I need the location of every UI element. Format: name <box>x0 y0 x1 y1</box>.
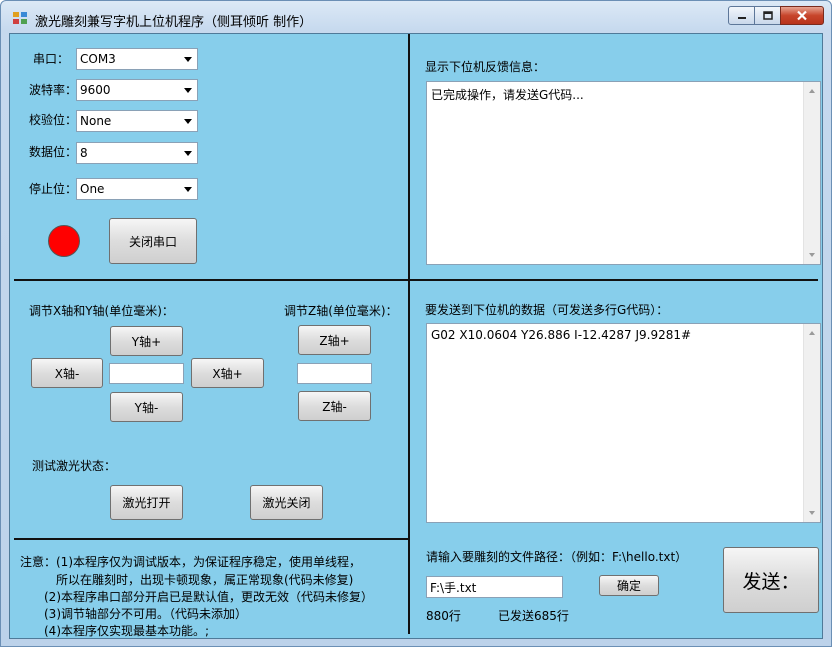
sent-count: 已发送685行 <box>498 609 569 623</box>
z-step-input[interactable] <box>297 363 372 384</box>
chevron-down-icon <box>184 57 192 62</box>
feedback-text: 已完成操作，请发送G代码... <box>431 88 584 102</box>
confirm-button[interactable]: 确定 <box>599 575 659 596</box>
file-path-input[interactable] <box>426 576 563 598</box>
send-data-text: G02 X10.0604 Y26.886 I-12.4287 J9.9281# <box>431 328 692 342</box>
y-minus-button[interactable]: Y轴- <box>110 392 183 422</box>
stopbits-label: 停止位： <box>29 182 78 196</box>
note-line-2: 所以在雕刻时，出现卡顿现象，属正常现象(代码未修复) <box>56 573 354 587</box>
chevron-down-icon <box>184 88 192 93</box>
scroll-down-icon <box>809 511 815 515</box>
note-line-1: 注意：(1)本程序仅为调试版本，为保证程序稳定，使用单线程， <box>20 555 362 569</box>
port-label: 串口： <box>33 52 70 66</box>
app-icon <box>13 12 27 24</box>
maximize-icon <box>762 11 773 20</box>
note-line-4: (3)调节轴部分不可用。（代码未添加） <box>44 607 247 621</box>
line-count: 880行 <box>426 609 461 623</box>
laser-test-label: 测试激光状态： <box>32 459 117 473</box>
send-data-scrollbar[interactable] <box>803 324 820 522</box>
minimize-button[interactable] <box>728 6 755 25</box>
databits-value: 8 <box>80 146 88 160</box>
scroll-up-icon <box>809 331 815 335</box>
chevron-down-icon <box>184 151 192 156</box>
note-line-5: (4)本程序仅实现最基本功能。; <box>44 624 210 638</box>
horizontal-divider-bottom-left <box>14 538 408 540</box>
parity-label: 校验位： <box>29 113 78 127</box>
parity-select[interactable]: None <box>76 110 198 132</box>
serial-status-indicator <box>48 225 80 257</box>
y-plus-button[interactable]: Y轴+ <box>110 326 183 356</box>
laser-on-button[interactable]: 激光打开 <box>110 485 183 520</box>
feedback-label: 显示下位机反馈信息： <box>425 60 546 74</box>
minimize-icon <box>737 16 746 19</box>
title-bar[interactable]: 激光雕刻兼写字机上位机程序（侧耳倾听 制作） <box>1 1 831 35</box>
horizontal-divider-top <box>14 279 818 281</box>
x-minus-button[interactable]: X轴- <box>31 358 103 388</box>
scroll-up-icon <box>809 89 815 93</box>
note-line-3: (2)本程序串口部分开启已是默认值，更改无效（代码未修复） <box>44 590 374 604</box>
baud-select[interactable]: 9600 <box>76 79 198 101</box>
xy-step-input[interactable] <box>109 363 184 384</box>
databits-label: 数据位： <box>29 145 78 159</box>
baud-label: 波特率： <box>29 83 78 97</box>
main-window: 激光雕刻兼写字机上位机程序（侧耳倾听 制作） 串口： COM3 波特率： 960… <box>0 0 832 647</box>
send-data-textbox[interactable]: G02 X10.0604 Y26.886 I-12.4287 J9.9281# <box>426 323 821 523</box>
baud-value: 9600 <box>80 83 111 97</box>
main-panel: 串口： COM3 波特率： 9600 校验位： None 数据位： 8 停止位：… <box>9 33 823 639</box>
z-minus-button[interactable]: Z轴- <box>298 391 371 421</box>
stopbits-select[interactable]: One <box>76 178 198 200</box>
send-button-label: 发送： <box>742 570 800 593</box>
laser-off-button[interactable]: 激光关闭 <box>250 485 323 520</box>
port-value: COM3 <box>80 52 116 66</box>
z-axis-label: 调节Z轴(单位毫米)： <box>284 304 398 318</box>
feedback-textbox[interactable]: 已完成操作，请发送G代码... <box>426 81 821 265</box>
databits-select[interactable]: 8 <box>76 142 198 164</box>
send-button[interactable]: 发送： <box>723 547 819 613</box>
scroll-down-icon <box>809 253 815 257</box>
close-icon <box>797 10 807 21</box>
parity-value: None <box>80 114 112 128</box>
chevron-down-icon <box>184 119 192 124</box>
z-plus-button[interactable]: Z轴+ <box>298 325 371 355</box>
close-port-button[interactable]: 关闭串口 <box>109 218 197 264</box>
xy-axis-label: 调节X轴和Y轴(单位毫米)： <box>29 304 174 318</box>
stopbits-value: One <box>80 182 105 196</box>
port-select[interactable]: COM3 <box>76 48 198 70</box>
vertical-divider <box>408 34 410 634</box>
maximize-button[interactable] <box>754 6 781 25</box>
close-window-button[interactable] <box>780 6 824 25</box>
chevron-down-icon <box>184 187 192 192</box>
file-path-label: 请输入要雕刻的文件路径：（例如：F:\hello.txt） <box>426 550 688 564</box>
x-plus-button[interactable]: X轴+ <box>191 358 264 388</box>
send-data-label: 要发送到下位机的数据（可发送多行G代码）： <box>425 303 669 317</box>
feedback-scrollbar[interactable] <box>803 82 820 264</box>
window-title: 激光雕刻兼写字机上位机程序（侧耳倾听 制作） <box>35 15 313 30</box>
